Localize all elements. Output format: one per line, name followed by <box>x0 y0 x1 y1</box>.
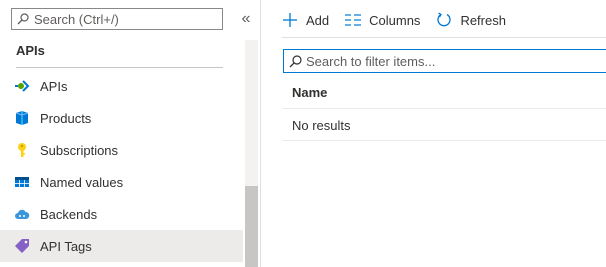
columns-button[interactable]: Columns <box>345 12 420 28</box>
tag-icon <box>14 238 30 254</box>
menu-item-backends[interactable]: Backends <box>0 198 243 230</box>
columns-icon <box>345 12 362 28</box>
menu-item-products[interactable]: Products <box>0 102 243 134</box>
menu-item-subscriptions[interactable]: Subscriptions <box>0 134 243 166</box>
table-icon <box>14 174 30 190</box>
menu-scrollbar-thumb[interactable] <box>245 186 258 267</box>
menu-item-label: APIs <box>40 78 68 94</box>
refresh-button[interactable]: Refresh <box>436 12 506 28</box>
resource-menu: Search (Ctrl+/) « APIs APIs Products Sub… <box>0 0 262 267</box>
filter-box[interactable] <box>283 49 606 73</box>
columns-label: Columns <box>369 12 421 28</box>
refresh-icon <box>436 12 452 28</box>
empty-state-text: No results <box>292 118 351 133</box>
refresh-label: Refresh <box>460 12 506 28</box>
menu-list: APIs Products Subscriptions Named values… <box>0 70 243 262</box>
products-icon <box>14 110 30 126</box>
api-icon <box>14 78 30 94</box>
search-icon <box>17 13 29 25</box>
menu-item-apis[interactable]: APIs <box>0 70 243 102</box>
header-divider <box>282 108 606 109</box>
menu-search-placeholder: Search (Ctrl+/) <box>34 11 119 27</box>
cloud-icon <box>14 206 30 222</box>
add-button[interactable]: Add <box>282 12 329 28</box>
menu-item-named-values[interactable]: Named values <box>0 166 243 198</box>
collapse-menu-button[interactable]: « <box>238 8 254 30</box>
column-header-name[interactable]: Name <box>292 85 327 100</box>
plus-icon <box>282 12 298 28</box>
pane-divider <box>260 0 261 267</box>
menu-search-input[interactable]: Search (Ctrl+/) <box>11 8 223 30</box>
section-title: APIs <box>16 43 45 58</box>
menu-item-label: Subscriptions <box>40 142 119 158</box>
command-bar-divider <box>282 37 606 38</box>
row-divider <box>282 140 606 141</box>
search-icon <box>289 54 302 67</box>
section-divider <box>16 67 223 68</box>
menu-item-label: API Tags <box>40 238 92 254</box>
add-label: Add <box>306 12 330 28</box>
command-bar: Add Columns Refresh <box>282 6 522 34</box>
menu-item-label: Named values <box>40 174 124 190</box>
menu-item-api-tags[interactable]: API Tags <box>0 230 243 262</box>
filter-input[interactable] <box>306 53 586 69</box>
key-icon <box>14 142 30 158</box>
menu-item-label: Backends <box>40 206 98 222</box>
menu-item-label: Products <box>40 110 92 126</box>
